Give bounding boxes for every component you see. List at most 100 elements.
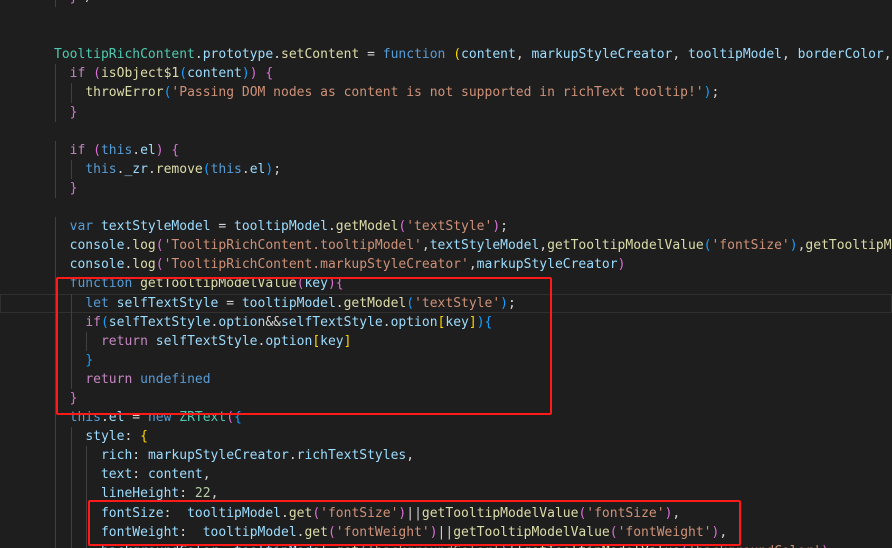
code-token: this <box>210 161 242 177</box>
code-token: 'textStyle' <box>406 219 493 235</box>
code-token: selfTextStyle <box>281 314 383 330</box>
code-token: { <box>171 142 180 158</box>
code-token: . <box>328 544 336 548</box>
code-line[interactable] <box>0 198 892 217</box>
code-line[interactable]: } <box>0 388 892 409</box>
code-token: tooltipModel <box>234 544 328 548</box>
code-line[interactable]: if (isObject$1(content)) { <box>0 64 892 84</box>
code-token: el <box>108 410 125 426</box>
code-token: getTooltipModelValue <box>453 524 610 540</box>
code-token: get <box>288 505 313 521</box>
code-line[interactable]: rich: markupStyleCreator.richTextStyles, <box>0 446 892 466</box>
code-token: textStyleModel <box>429 238 540 254</box>
code-token: el <box>140 142 156 158</box>
code-token: , <box>719 524 728 540</box>
code-token: || <box>508 544 524 548</box>
code-token: getTooltipModelValue <box>547 238 704 254</box>
code-token: ) <box>617 257 626 273</box>
code-line[interactable]: function getTooltipModelValue(key){ <box>0 274 892 294</box>
indent-guide <box>55 217 56 237</box>
code-token: selfTextStyle <box>116 295 219 311</box>
code-token: ) <box>500 295 508 311</box>
code-token: ) <box>241 66 250 82</box>
code-token: option <box>218 314 266 330</box>
code-token: var <box>69 219 94 235</box>
code-token: selfTextStyle <box>108 314 211 330</box>
code-editor[interactable]: }*/TooltipRichContent.prototype.setConte… <box>0 0 892 548</box>
code-line[interactable]: return undefined <box>0 369 892 389</box>
code-token: ) <box>476 314 485 330</box>
code-token: ) <box>789 238 798 254</box>
code-token: throwError <box>85 85 164 101</box>
code-token: ( <box>406 295 415 311</box>
indent-guide <box>86 484 88 504</box>
code-token: : <box>124 429 141 445</box>
code-line[interactable]: backgroundColor: tooltipModel.get('backg… <box>0 541 892 548</box>
code-line[interactable]: style: { <box>0 427 892 447</box>
indent-guide <box>70 503 72 523</box>
code-token: content <box>147 467 203 483</box>
code-line[interactable]: lineHeight: 22, <box>0 484 892 504</box>
code-line[interactable]: console.log('TooltipRichContent.tooltipM… <box>0 236 892 256</box>
code-lines[interactable]: }*/TooltipRichContent.prototype.setConte… <box>0 0 892 548</box>
indent-guide <box>55 64 56 84</box>
code-line[interactable]: } <box>0 178 892 199</box>
code-token: log <box>132 257 156 273</box>
code-token: . <box>335 295 344 311</box>
code-token: borderColor <box>797 47 884 63</box>
code-line[interactable]: let selfTextStyle = tooltipModel.getMode… <box>0 293 892 313</box>
code-token: tooltipModel <box>187 505 281 521</box>
code-token: . <box>100 410 109 426</box>
code-line[interactable]: if(selfTextStyle.option&&selfTextStyle.o… <box>0 312 892 332</box>
code-line[interactable] <box>0 122 892 141</box>
code-token: fontSize <box>100 505 164 521</box>
code-line[interactable]: return selfTextStyle.option[key] <box>0 331 892 351</box>
code-line[interactable]: }*/ <box>0 0 892 8</box>
indent-guide <box>70 522 72 542</box>
code-token: ( <box>312 505 321 521</box>
code-token: , <box>202 467 211 483</box>
code-token: 'backgroundColor' <box>688 544 821 548</box>
code-line[interactable]: this._zr.remove(this.el); <box>0 159 892 179</box>
code-line[interactable]: console.log('TooltipRichContent.markupSt… <box>0 255 892 275</box>
code-token: markupStyleCreator <box>476 257 618 273</box>
code-token: ( <box>609 524 618 540</box>
code-line[interactable]: this.el = new ZRText({ <box>0 408 892 428</box>
code-token: function <box>382 47 446 63</box>
code-token: fontWeight <box>100 524 180 540</box>
indent-guide <box>70 350 72 370</box>
indent-guide <box>55 236 56 256</box>
indent-guide <box>70 369 72 389</box>
code-line[interactable] <box>0 7 892 26</box>
code-line[interactable]: var textStyleModel = tooltipModel.getMod… <box>0 217 892 237</box>
code-line[interactable]: fontWeight: tooltipModel.get('fontWeight… <box>0 522 892 542</box>
code-token: { <box>234 410 242 426</box>
code-token: ( <box>93 66 101 82</box>
code-line[interactable]: TooltipRichContent.prototype.setContent … <box>0 45 892 64</box>
code-line[interactable] <box>0 26 892 45</box>
code-token: getTooltipMod <box>805 238 892 254</box>
indent-guide <box>86 331 88 351</box>
code-token: tooltipModel <box>688 47 782 63</box>
code-token: : <box>179 486 195 502</box>
code-token: content <box>461 47 516 63</box>
code-line[interactable]: fontSize: tooltipModel.get('fontSize')||… <box>0 503 892 523</box>
code-token: ] <box>468 314 477 330</box>
code-token: tooltipModel <box>234 219 328 235</box>
code-token: log <box>132 238 156 254</box>
code-line[interactable]: } <box>0 350 892 370</box>
code-token: */ <box>77 0 93 5</box>
code-token: } <box>69 104 78 120</box>
indent-guide <box>55 446 56 466</box>
code-line[interactable]: throwError('Passing DOM nodes as content… <box>0 83 892 103</box>
indent-guide <box>70 83 72 103</box>
code-line[interactable]: text: content, <box>0 465 892 485</box>
indent-guide <box>70 465 72 485</box>
code-line[interactable]: } <box>0 102 892 122</box>
code-line[interactable]: if (this.el) { <box>0 140 892 160</box>
indent-guide <box>55 312 56 332</box>
